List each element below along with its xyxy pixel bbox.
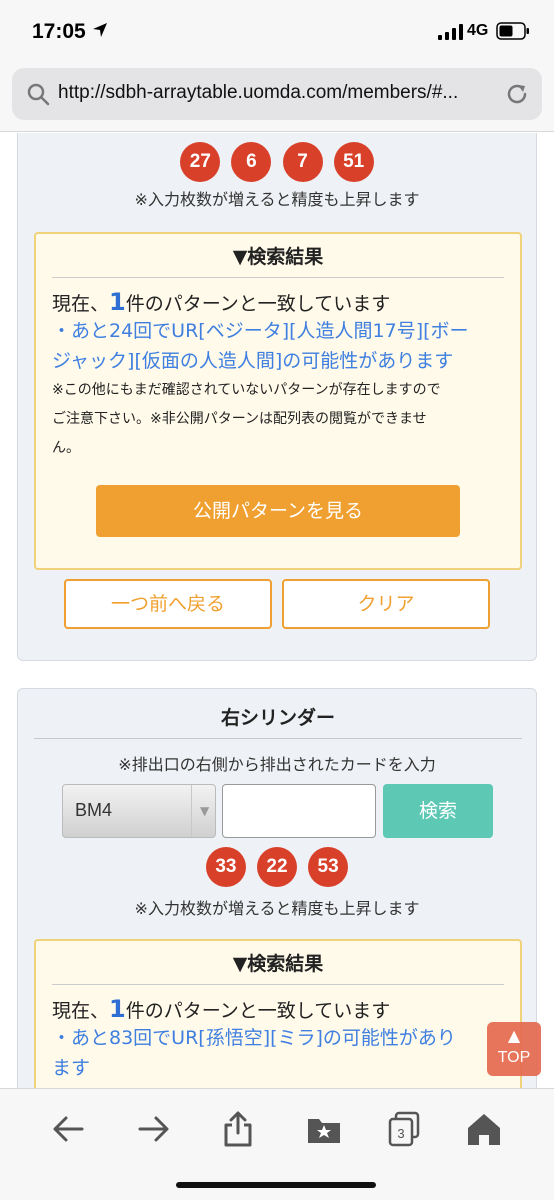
reload-icon[interactable] xyxy=(504,81,530,107)
select-value: BM4 xyxy=(75,800,113,820)
tabs-icon[interactable]: 3 xyxy=(384,1109,424,1149)
number-ball[interactable]: 51 xyxy=(333,142,374,182)
status-time: 17:05 xyxy=(32,20,86,43)
location-arrow-icon xyxy=(93,23,107,37)
browser-address-area: http://sdbh-arraytable.uomda.com/members… xyxy=(0,64,554,132)
forward-arrow-icon[interactable] xyxy=(134,1109,174,1149)
home-icon[interactable] xyxy=(464,1109,504,1149)
right-cylinder-panel: 右シリンダー ※排出口の右側から排出されたカードを入力 BM4 ▼ 検索 33 … xyxy=(17,688,537,1088)
entered-numbers: 27 6 7 51 xyxy=(18,142,536,182)
accuracy-note: ※入力枚数が増えると精度も上昇します xyxy=(134,190,420,209)
search-button[interactable]: 検索 xyxy=(383,784,493,838)
card-number-input[interactable] xyxy=(222,784,376,838)
number-ball[interactable]: 27 xyxy=(180,142,221,182)
prediction-text: ・あと24回でUR[ベジータ][人造人間17号][ボー ジャック][仮面の人造人… xyxy=(52,320,469,372)
entered-numbers: 33 22 53 xyxy=(18,847,536,887)
address-bar[interactable]: http://sdbh-arraytable.uomda.com/members… xyxy=(12,68,542,120)
arrow-up-icon: ▲ xyxy=(507,1026,521,1045)
result-title: ▼検索結果 xyxy=(52,242,504,278)
match-count: 1 xyxy=(109,995,126,1023)
share-icon[interactable] xyxy=(218,1109,258,1149)
number-ball[interactable]: 22 xyxy=(257,847,297,887)
url-text[interactable]: http://sdbh-arraytable.uomda.com/members… xyxy=(58,82,498,104)
search-result-box: ▼検索結果 現在、1件のパターンと一致しています ・あと83回でUR[孫悟空][… xyxy=(34,939,522,1088)
number-ball[interactable]: 7 xyxy=(282,142,323,182)
section-title: 右シリンダー xyxy=(34,703,522,739)
back-arrow-icon[interactable] xyxy=(48,1109,88,1149)
search-icon xyxy=(27,83,50,106)
search-result-box: ▼検索結果 現在、1件のパターンと一致しています ・あと24回でUR[ベジータ]… xyxy=(34,232,522,570)
match-count: 1 xyxy=(109,288,126,316)
status-bar: 17:05 4G xyxy=(0,0,554,64)
chevron-down-icon: ▼ xyxy=(191,785,216,837)
back-button[interactable]: 一つ前へ戻る xyxy=(64,579,272,629)
number-ball[interactable]: 6 xyxy=(231,142,272,182)
view-public-pattern-button[interactable]: 公開パターンを見る xyxy=(96,485,460,537)
accuracy-note: ※入力枚数が増えると精度も上昇します xyxy=(134,899,420,918)
home-indicator xyxy=(176,1182,376,1188)
prediction-text: ・あと83回でUR[孫悟空][ミラ]の可能性があり ます xyxy=(52,1027,456,1079)
instruction-text: ※排出口の右側から排出されたカードを入力 xyxy=(118,755,436,774)
battery-icon xyxy=(496,22,529,40)
scroll-top-button[interactable]: ▲ TOP xyxy=(487,1022,541,1076)
tabs-count: 3 xyxy=(397,1126,404,1141)
clear-button[interactable]: クリア xyxy=(282,579,490,629)
page-content: 27 6 7 51 ※入力枚数が増えると精度も上昇します ▼検索結果 現在、1件… xyxy=(0,133,554,1088)
left-cylinder-panel: 27 6 7 51 ※入力枚数が増えると精度も上昇します ▼検索結果 現在、1件… xyxy=(17,133,537,661)
number-ball[interactable]: 33 xyxy=(205,847,246,887)
result-title: ▼検索結果 xyxy=(52,949,504,985)
caution-text: ※この他にもまだ確認されていないパターンが存在しますので ご注意下さい。※非公開… xyxy=(52,382,441,456)
number-ball[interactable]: 53 xyxy=(308,847,349,887)
match-count-line: 現在、1件のパターンと一致しています xyxy=(52,288,391,316)
match-count-line: 現在、1件のパターンと一致しています xyxy=(52,995,391,1023)
network-type: 4G xyxy=(467,22,489,39)
series-select[interactable]: BM4 ▼ xyxy=(62,784,216,838)
bookmarks-icon[interactable] xyxy=(304,1109,344,1149)
cellular-signal-icon xyxy=(438,24,463,40)
